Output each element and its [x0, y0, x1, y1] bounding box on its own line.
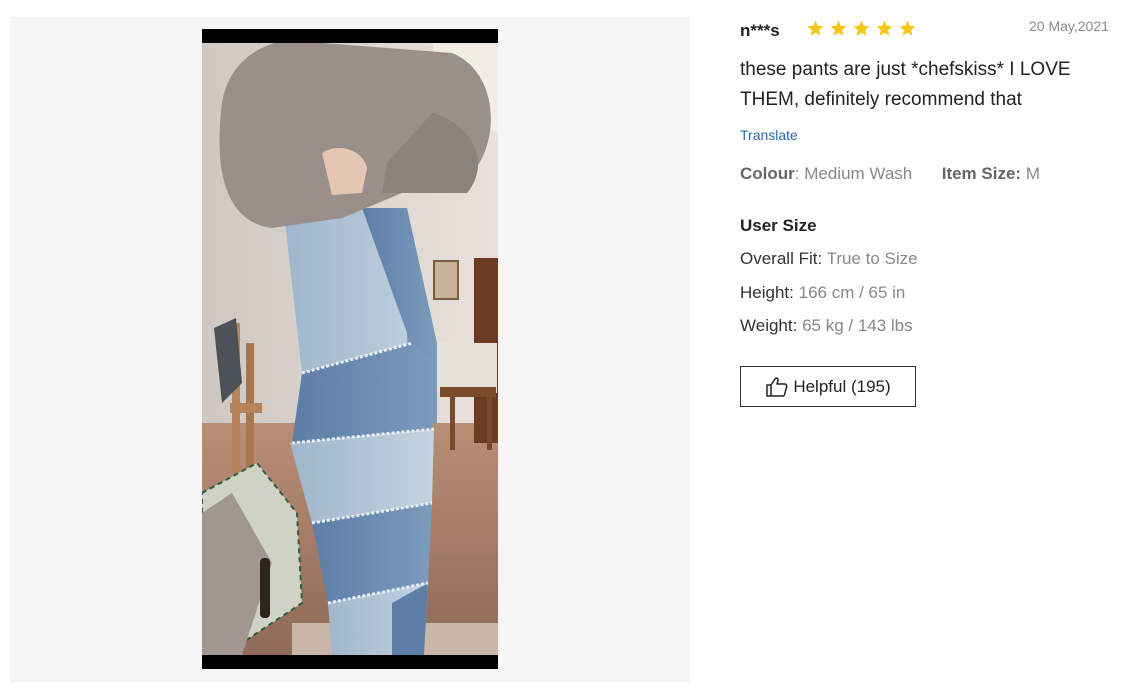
colour-label: Colour — [740, 164, 795, 183]
height-row: Height: 166 cm / 65 in — [740, 283, 905, 303]
weight-value: 65 kg / 143 lbs — [802, 316, 913, 335]
helpful-button[interactable]: Helpful (195) — [740, 366, 916, 407]
height-label: Height: — [740, 283, 794, 302]
thumbs-up-icon — [766, 376, 788, 397]
review-media-panel — [10, 17, 690, 682]
star-icon — [807, 20, 824, 36]
star-icon — [899, 20, 916, 36]
review-text: these pants are just *chefskiss* I LOVE … — [740, 59, 1071, 110]
overall-fit-value: True to Size — [826, 249, 918, 268]
purchase-attributes: Colour: Medium Wash Item Size: M — [740, 164, 1040, 184]
reviewer-name: n***s — [740, 21, 780, 40]
star-icon — [853, 20, 870, 36]
colour-separator: : — [794, 164, 805, 183]
translate-link[interactable]: Translate — [740, 127, 798, 143]
item-size-label: Item Size: — [941, 164, 1022, 183]
overall-fit-label: Overall Fit: — [740, 249, 823, 268]
user-size-heading: User Size — [740, 216, 817, 235]
item-size-value: M — [1025, 164, 1040, 183]
weight-row: Weight: 65 kg / 143 lbs — [740, 316, 913, 336]
overall-fit-row: Overall Fit: True to Size — [740, 249, 918, 269]
colour-value: Medium Wash — [804, 164, 913, 183]
star-icon — [876, 20, 893, 36]
helpful-label: Helpful (195) — [793, 376, 891, 396]
height-value: 166 cm / 65 in — [798, 283, 906, 302]
review-video-frame-image — [202, 43, 498, 655]
star-rating — [806, 19, 917, 38]
weight-label: Weight: — [740, 316, 798, 335]
star-icon — [830, 20, 847, 36]
review-video[interactable] — [202, 29, 498, 669]
review-date: 20 May,2021 — [1029, 18, 1109, 34]
